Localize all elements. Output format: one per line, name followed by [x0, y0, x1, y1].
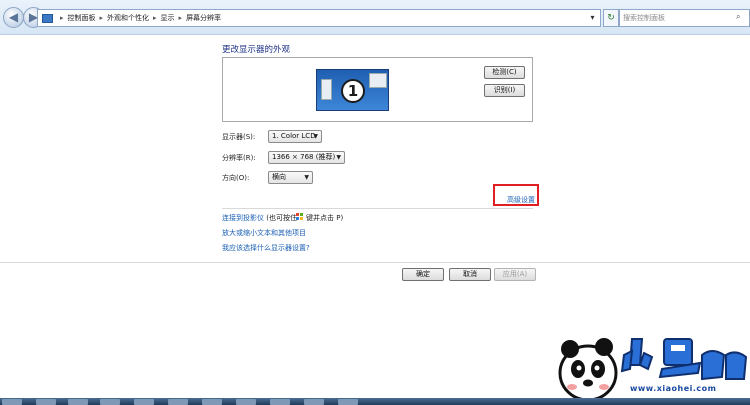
watermark-logo: [558, 338, 748, 402]
identify-button[interactable]: 识别(I): [484, 84, 525, 97]
watermark-site: www.xiaohei.com: [630, 384, 717, 393]
taskbar-item[interactable]: [168, 399, 188, 405]
search-input[interactable]: 搜索控制面板: [619, 9, 750, 27]
resolution-select-value: 1366 × 768 (推荐): [272, 153, 336, 161]
orientation-select-value: 横向: [272, 173, 286, 181]
taskbar-item[interactable]: [202, 399, 222, 405]
display-select-value: 1. Color LCD: [272, 132, 316, 140]
chevron-right-icon: ▸: [178, 14, 183, 22]
text-size-link[interactable]: 放大或缩小文本和其他项目: [222, 228, 306, 238]
refresh-button[interactable]: ↻: [603, 9, 619, 27]
divider: [222, 208, 533, 209]
taskbar-item[interactable]: [236, 399, 256, 405]
display-label: 显示器(S):: [222, 133, 256, 141]
resolution-label: 分辨率(R):: [222, 154, 256, 162]
back-button[interactable]: ◀: [3, 7, 24, 28]
search-icon[interactable]: ⌕: [736, 12, 745, 21]
ok-button[interactable]: 确定: [402, 268, 444, 281]
chevron-right-icon: ▸: [60, 14, 64, 22]
resolution-select[interactable]: 1366 × 768 (推荐) ▼: [268, 151, 345, 164]
taskbar-item[interactable]: [338, 399, 358, 405]
control-panel-icon: [42, 13, 53, 23]
cancel-button[interactable]: 取消: [449, 268, 491, 281]
breadcrumb-item-control-panel[interactable]: 控制面板: [68, 13, 96, 23]
breadcrumb-item-display[interactable]: 显示: [161, 13, 175, 23]
apply-button[interactable]: 应用(A): [494, 268, 536, 281]
window-thumbnail: [369, 73, 387, 88]
monitor-number: 1: [347, 82, 359, 100]
detect-button[interactable]: 检测(C): [484, 66, 525, 79]
chevron-down-icon: ▼: [304, 174, 309, 181]
breadcrumb-item-appearance[interactable]: 外观和个性化: [107, 13, 149, 23]
monitor-icon[interactable]: 1: [316, 69, 389, 111]
divider: [0, 262, 750, 263]
taskbar-item[interactable]: [68, 399, 88, 405]
start-button[interactable]: [2, 399, 22, 405]
projector-hint-tail: 键并点击 P): [306, 214, 344, 222]
which-settings-link[interactable]: 我应该选择什么显示器设置?: [222, 243, 310, 253]
chevron-right-icon: ▸: [99, 14, 104, 22]
page-title: 更改显示器的外观: [222, 45, 291, 55]
connect-projector-link[interactable]: 连接到投影仪: [222, 214, 264, 222]
taskbar-item[interactable]: [270, 399, 290, 405]
history-dropdown-icon[interactable]: ▾: [584, 9, 601, 27]
breadcrumb-item-resolution[interactable]: 屏幕分辨率: [186, 13, 221, 23]
projector-hint: (也可按住: [266, 214, 297, 222]
taskbar-item[interactable]: [100, 399, 120, 405]
taskbar-item[interactable]: [134, 399, 154, 405]
breadcrumb[interactable]: ▸ 控制面板 ▸ 外观和个性化 ▸ 显示 ▸ 屏幕分辨率: [37, 9, 601, 27]
advanced-settings-link[interactable]: 高级设置: [507, 195, 535, 205]
chevron-down-icon: ▼: [336, 154, 341, 161]
taskbar-item[interactable]: [36, 399, 56, 405]
orientation-label: 方向(O):: [222, 174, 250, 182]
display-select[interactable]: 1. Color LCD ▼: [268, 130, 322, 143]
window-thumbnail: [321, 79, 332, 100]
orientation-select[interactable]: 横向 ▼: [268, 171, 313, 184]
windows-logo-icon: [296, 213, 304, 221]
chevron-down-icon: ▼: [313, 133, 318, 140]
chevron-right-icon: ▸: [153, 14, 157, 22]
taskbar-item[interactable]: [304, 399, 324, 405]
